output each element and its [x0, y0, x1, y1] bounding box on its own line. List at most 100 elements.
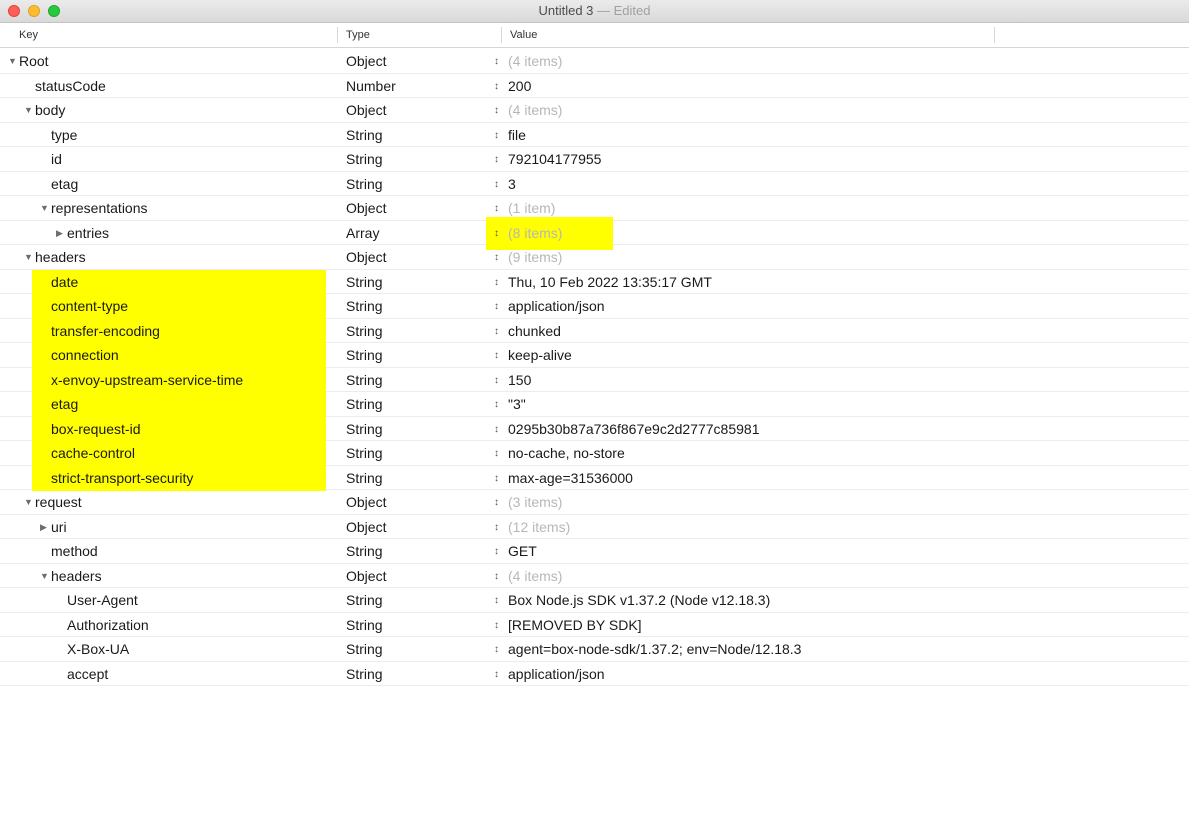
row-value-cell[interactable]: ↕ (12 items) [494, 515, 570, 539]
disclosure-expanded-icon[interactable]: ▼ [24, 98, 34, 123]
row-type-cell[interactable]: String [346, 588, 383, 612]
outline-row[interactable]: content-type String ↕ application/json [0, 294, 1189, 319]
column-header-key[interactable]: Key [19, 23, 38, 47]
row-value-cell[interactable]: ↕ Box Node.js SDK v1.37.2 (Node v12.18.3) [494, 588, 770, 612]
row-value-cell[interactable]: ↕ 200 [494, 74, 531, 98]
value-stepper-icon[interactable]: ↕ [494, 588, 508, 613]
outline-row[interactable]: id String ↕ 792104177955 [0, 147, 1189, 172]
row-type-cell[interactable]: String [346, 147, 383, 171]
row-key-cell[interactable]: box-request-id [0, 416, 326, 442]
value-stepper-icon[interactable]: ↕ [494, 294, 508, 319]
row-value-cell[interactable]: ↕ (8 items) [485, 216, 614, 250]
value-stepper-icon[interactable]: ↕ [494, 147, 508, 172]
row-type-cell[interactable]: String [346, 319, 383, 343]
row-type-cell[interactable]: Object [346, 196, 386, 220]
outline-row[interactable]: connection String ↕ keep-alive [0, 343, 1189, 368]
row-key-cell[interactable]: ▼ body [0, 98, 326, 122]
row-key-cell[interactable]: etag [0, 392, 326, 417]
column-divider[interactable] [501, 27, 502, 43]
outline-row[interactable]: ▼ Root Object ↕ (4 items) [0, 49, 1189, 74]
outline-row[interactable]: method String ↕ GET [0, 539, 1189, 564]
value-stepper-icon[interactable]: ↕ [494, 392, 508, 417]
row-key-cell[interactable]: statusCode [0, 74, 326, 98]
row-type-cell[interactable]: String [346, 539, 383, 563]
row-value-cell[interactable]: ↕ (4 items) [494, 98, 562, 122]
outline-row[interactable]: cache-control String ↕ no-cache, no-store [0, 441, 1189, 466]
row-value-cell[interactable]: ↕ Thu, 10 Feb 2022 13:35:17 GMT [494, 270, 712, 294]
row-type-cell[interactable]: Array [346, 221, 379, 245]
column-divider[interactable] [994, 27, 995, 43]
row-value-cell[interactable]: ↕ 792104177955 [494, 147, 601, 171]
row-type-cell[interactable]: String [346, 392, 383, 416]
row-key-cell[interactable]: date [0, 269, 326, 295]
row-value-cell[interactable]: ↕ chunked [494, 319, 561, 343]
row-key-cell[interactable]: accept [0, 662, 326, 686]
row-type-cell[interactable]: String [346, 294, 383, 318]
outline-row[interactable]: x-envoy-upstream-service-time String ↕ 150 [0, 367, 1189, 393]
value-stepper-icon[interactable]: ↕ [494, 74, 508, 99]
value-stepper-icon[interactable]: ↕ [494, 123, 508, 148]
row-type-cell[interactable]: Number [346, 74, 396, 98]
outline-row[interactable]: statusCode Number ↕ 200 [0, 74, 1189, 98]
row-key-cell[interactable]: x-envoy-upstream-service-time [0, 367, 326, 393]
row-value-cell[interactable]: ↕ file [494, 123, 526, 147]
value-stepper-icon[interactable]: ↕ [494, 564, 508, 589]
outline-row[interactable]: User-Agent String ↕ Box Node.js SDK v1.37.2… [0, 588, 1189, 613]
row-key-cell[interactable]: ▼ Root [0, 49, 326, 73]
row-value-cell[interactable]: ↕ "3" [494, 392, 526, 416]
outline-row[interactable]: X-Box-UA String ↕ agent=box-node-sdk/1.37.2… [0, 637, 1189, 662]
row-type-cell[interactable]: String [346, 466, 383, 490]
row-key-cell[interactable]: id [0, 147, 326, 171]
row-value-cell[interactable]: ↕ 0295b30b87a736f867e9c2d2777c85981 [494, 417, 759, 441]
row-key-cell[interactable]: strict-transport-security [0, 465, 326, 491]
row-value-cell[interactable]: ↕ no-cache, no-store [494, 441, 625, 465]
row-type-cell[interactable]: String [346, 368, 383, 392]
row-type-cell[interactable]: Object [346, 515, 386, 539]
row-type-cell[interactable]: Object [346, 564, 386, 588]
disclosure-collapsed-icon[interactable]: ▶ [40, 515, 50, 540]
value-stepper-icon[interactable]: ↕ [494, 270, 508, 295]
row-type-cell[interactable]: String [346, 613, 383, 637]
disclosure-expanded-icon[interactable]: ▼ [24, 490, 34, 515]
value-stepper-icon[interactable]: ↕ [494, 172, 508, 197]
value-stepper-icon[interactable]: ↕ [494, 245, 508, 270]
outline-row[interactable]: ▼ request Object ↕ (3 items) [0, 490, 1189, 515]
value-stepper-icon[interactable]: ↕ [494, 343, 508, 368]
row-type-cell[interactable]: String [346, 637, 383, 661]
value-stepper-icon[interactable]: ↕ [494, 319, 508, 344]
value-stepper-icon[interactable]: ↕ [494, 49, 508, 74]
value-stepper-icon[interactable]: ↕ [494, 466, 508, 491]
value-stepper-icon[interactable]: ↕ [494, 515, 508, 540]
row-key-cell[interactable]: User-Agent [0, 588, 326, 612]
outline-row[interactable]: etag String ↕ "3" [0, 392, 1189, 417]
row-value-cell[interactable]: ↕ (9 items) [494, 245, 562, 269]
outline-row[interactable]: accept String ↕ application/json [0, 662, 1189, 687]
row-type-cell[interactable]: Object [346, 98, 386, 122]
disclosure-expanded-icon[interactable]: ▼ [8, 49, 18, 74]
row-value-cell[interactable]: ↕ (4 items) [494, 564, 562, 588]
outline-row[interactable]: transfer-encoding String ↕ chunked [0, 318, 1189, 344]
column-divider[interactable] [337, 27, 338, 43]
value-stepper-icon[interactable]: ↕ [494, 662, 508, 687]
column-header-value[interactable]: Value [510, 23, 537, 47]
outline-row[interactable]: Authorization String ↕ [REMOVED BY SDK] [0, 613, 1189, 637]
row-key-cell[interactable]: ▼ request [0, 490, 326, 514]
row-value-cell[interactable]: ↕ 150 [494, 368, 531, 392]
row-type-cell[interactable]: String [346, 343, 383, 367]
value-stepper-icon[interactable]: ↕ [494, 98, 508, 123]
outline-row[interactable]: type String ↕ file [0, 123, 1189, 147]
outline-row[interactable]: ▼ headers Object ↕ (4 items) [0, 564, 1189, 589]
value-stepper-icon[interactable]: ↕ [494, 221, 508, 246]
outline-row[interactable]: box-request-id String ↕ 0295b30b87a736f867e… [0, 416, 1189, 442]
row-type-cell[interactable]: String [346, 172, 383, 196]
row-key-cell[interactable]: ▶ uri [0, 515, 326, 539]
row-key-cell[interactable]: X-Box-UA [0, 637, 326, 661]
outline-row[interactable]: ▼ body Object ↕ (4 items) [0, 98, 1189, 123]
outline-row[interactable]: ▶ uri Object ↕ (12 items) [0, 515, 1189, 539]
disclosure-expanded-icon[interactable]: ▼ [40, 564, 50, 589]
row-key-cell[interactable]: etag [0, 172, 326, 196]
row-key-cell[interactable]: method [0, 539, 326, 563]
disclosure-expanded-icon[interactable]: ▼ [24, 245, 34, 270]
row-value-cell[interactable]: ↕ (4 items) [494, 49, 562, 73]
row-value-cell[interactable]: ↕ application/json [494, 294, 605, 318]
